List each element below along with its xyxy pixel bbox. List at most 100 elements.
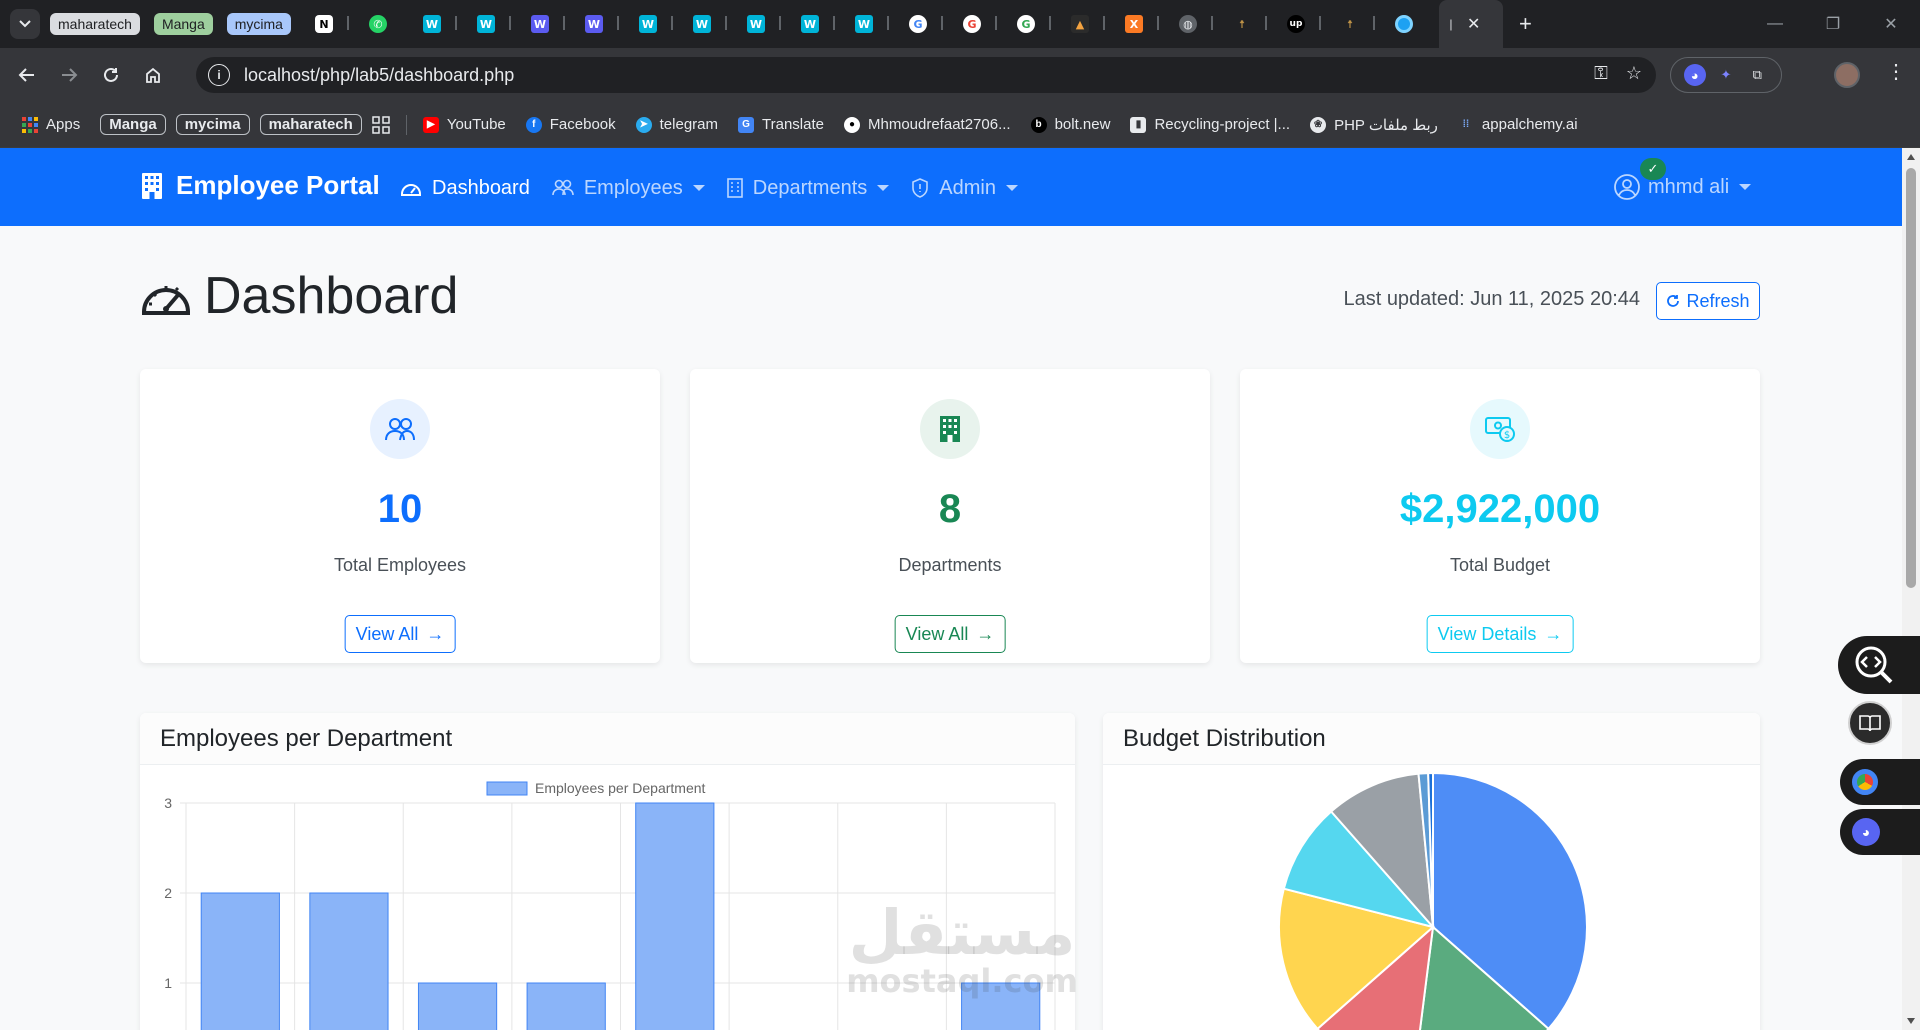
chrome-widget-button[interactable] [1840, 759, 1920, 805]
bar-mark [417, 982, 498, 1030]
bookmark-folder-manga[interactable]: Manga [100, 114, 166, 135]
tab-figure1[interactable]: ☨ [1223, 0, 1277, 48]
profile-avatar[interactable] [1834, 62, 1860, 88]
address-url[interactable]: localhost/php/lab5/dashboard.php [244, 65, 514, 86]
bar-mark [200, 892, 280, 1030]
user-menu[interactable]: mhmd ali [1614, 174, 1752, 200]
tab-xampp[interactable]: X [1115, 0, 1169, 48]
close-tab-icon[interactable]: ✕ [1467, 14, 1480, 34]
arrow-right-icon: → [426, 623, 445, 644]
view-all-employees-button[interactable]: View All → [344, 615, 456, 653]
tab-group-mycima[interactable]: mycima [226, 13, 291, 35]
nav-links: Dashboard Employees Departments Admin [400, 170, 1040, 206]
bar-mark [635, 802, 715, 1030]
bookmark-apps[interactable]: Apps [22, 116, 80, 133]
nav-employees[interactable]: Employees [552, 177, 705, 200]
tab-group-manga[interactable]: Manga [153, 13, 213, 35]
nav-dashboard[interactable]: Dashboard [400, 177, 530, 200]
tab-search-button[interactable] [10, 9, 40, 39]
tab-circle[interactable] [1385, 0, 1439, 48]
tab-w1[interactable]: W [413, 0, 467, 48]
upwork-icon: up [1286, 15, 1305, 33]
tab-w2[interactable]: W [467, 0, 521, 48]
view-all-departments-button[interactable]: View All → [894, 615, 1006, 653]
new-tab-button[interactable]: + [1519, 11, 1532, 37]
bookmark-facebook[interactable]: f Facebook [525, 116, 616, 133]
address-bar[interactable]: i localhost/php/lab5/dashboard.php ⚿ ☆ [196, 57, 1656, 93]
tab-list: maharatech Manga mycima N ✆ W W W W W W … [50, 0, 1532, 48]
bookmark-star-icon[interactable]: ☆ [1626, 63, 1642, 84]
bookmark-php[interactable]: ❀ PHP ربط ملفات [1310, 116, 1438, 134]
bookmark-folder-mycima[interactable]: mycima [175, 114, 250, 135]
home-button[interactable] [138, 60, 168, 90]
tab-whatsapp[interactable]: ✆ [359, 0, 413, 48]
bookmark-youtube[interactable]: ▶ YouTube [422, 116, 506, 133]
forward-button[interactable] [54, 60, 84, 90]
tab-w9[interactable]: W [845, 0, 899, 48]
tab-mountain[interactable]: ▲ [1061, 0, 1115, 48]
stat-card-employees: 10 Total Employees View All → [140, 369, 660, 663]
brand-label: Employee Portal [176, 170, 380, 200]
browser-menu-icon[interactable]: ⋮ [1886, 62, 1906, 82]
book-icon [1859, 715, 1881, 732]
refresh-button[interactable]: Refresh [1656, 282, 1760, 320]
tab-w5[interactable]: W [629, 0, 683, 48]
page-scrollbar[interactable] [1902, 148, 1920, 1030]
tab-active-dashboard[interactable]: ❘ ✕ [1438, 0, 1503, 48]
bookmark-folder-maharatech[interactable]: maharatech [259, 114, 362, 135]
w-app-icon: W [530, 15, 549, 33]
bookmark-boltnew[interactable]: b bolt.new [1030, 116, 1110, 133]
swirl-ext-icon[interactable]: ✦ [1715, 64, 1737, 86]
scrollbar-thumb[interactable] [1906, 168, 1916, 588]
restore-icon[interactable]: ❐ [1804, 14, 1862, 34]
w-app-icon: W [854, 15, 873, 33]
tab-globe[interactable]: ◍ [1169, 0, 1223, 48]
tab-w6[interactable]: W [683, 0, 737, 48]
tab-groups-icon[interactable] [372, 115, 390, 134]
bookmark-github[interactable]: ● Mhmoudrefaat2706... [843, 116, 1011, 133]
reader-widget-button[interactable] [1848, 701, 1892, 745]
tab-w8[interactable]: W [791, 0, 845, 48]
close-window-icon[interactable]: ✕ [1862, 14, 1920, 34]
dropdown-caret-icon [1739, 184, 1752, 190]
tab-w4[interactable]: W [575, 0, 629, 48]
navbar-brand[interactable]: Employee Portal [142, 170, 380, 201]
figure-icon: ☨ [1346, 17, 1353, 31]
bookmark-telegram[interactable]: ➤ telegram [635, 116, 718, 133]
bookmark-label: appalchemy.ai [1481, 116, 1578, 133]
tab-w7[interactable]: W [737, 0, 791, 48]
tab-notion[interactable]: N [305, 0, 359, 48]
inspect-widget-button[interactable] [1838, 636, 1920, 694]
tab-figure2[interactable]: ☨ [1331, 0, 1385, 48]
apps-grid-icon [22, 116, 38, 133]
stat-card-budget: $ $2,922,000 Total Budget View Details → [1240, 369, 1760, 663]
puzzle-extensions-icon[interactable]: ⧉ [1746, 64, 1768, 86]
assistant-widget-button[interactable]: ◕ [1840, 809, 1920, 855]
translate-icon: G [738, 116, 754, 133]
tab-w3[interactable]: W [521, 0, 575, 48]
tab-google1[interactable]: G [899, 0, 953, 48]
back-button[interactable] [12, 60, 42, 90]
tab-google2[interactable]: G [953, 0, 1007, 48]
bookmark-translate[interactable]: G Translate [738, 116, 824, 133]
w-app-icon: W [692, 15, 711, 33]
tab-google3[interactable]: G [1007, 0, 1061, 48]
view-budget-details-button[interactable]: View Details → [1426, 615, 1574, 653]
stat-card-departments: 8 Departments View All → [690, 369, 1210, 663]
scroll-up-icon[interactable] [1907, 154, 1915, 160]
bar-mark [309, 892, 389, 1030]
tab-upwork[interactable]: up [1277, 0, 1331, 48]
nav-dashboard-label: Dashboard [432, 176, 530, 199]
bookmark-appalchemy[interactable]: ⁞⁞ appalchemy.ai [1458, 116, 1578, 133]
password-key-icon[interactable]: ⚿ [1594, 63, 1608, 84]
bookmark-recycling[interactable]: ▮ Recycling-project |... [1130, 116, 1290, 133]
scroll-down-icon[interactable] [1907, 1018, 1915, 1024]
site-info-icon[interactable]: i [208, 64, 230, 86]
nav-departments[interactable]: Departments [726, 177, 890, 200]
reload-button[interactable] [96, 60, 126, 90]
window-controls: — ❐ ✕ [1746, 0, 1920, 48]
tab-group-maharatech[interactable]: maharatech [50, 13, 140, 35]
minimize-icon[interactable]: — [1746, 15, 1804, 33]
discord-ext-icon[interactable]: ◕ [1683, 64, 1706, 86]
nav-admin[interactable]: Admin [911, 177, 1018, 200]
